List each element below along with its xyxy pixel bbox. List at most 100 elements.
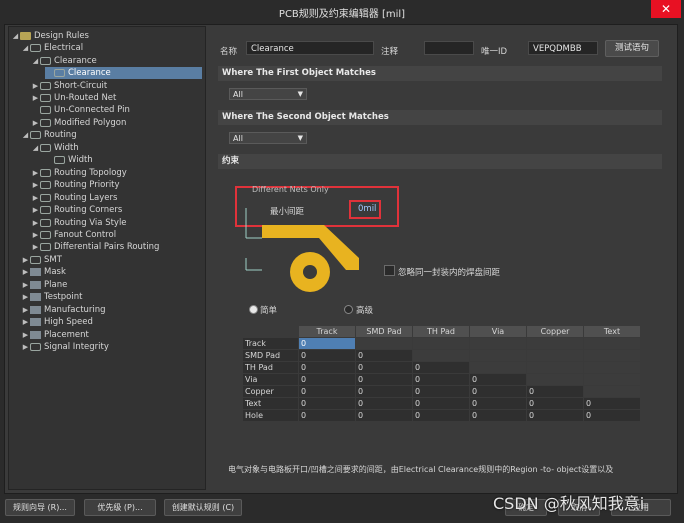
tree-item-routing-topology[interactable]: ▶ Routing Topology (31, 167, 127, 179)
matrix-cell[interactable]: 0 (298, 349, 356, 362)
tree-item-unrouted-net[interactable]: ▶ Un-Routed Net (31, 92, 117, 104)
tree-item-placement[interactable]: ▶ Placement (21, 329, 89, 341)
tree-item-width-group[interactable]: ◢ Width (31, 142, 79, 154)
matrix-cell[interactable]: 0 (298, 337, 356, 350)
matrix-cell[interactable]: 0 (526, 397, 584, 410)
expand-arrow-icon[interactable]: ▶ (21, 304, 30, 316)
tree-item-label: Width (68, 155, 93, 165)
simple-radio[interactable] (249, 305, 258, 314)
expand-arrow-icon[interactable]: ▶ (31, 241, 40, 253)
matrix-cell[interactable]: 0 (355, 385, 413, 398)
matrix-cell[interactable]: 0 (355, 409, 413, 422)
expand-arrow-icon[interactable]: ▶ (21, 254, 30, 266)
matrix-cell[interactable]: 0 (583, 409, 641, 422)
ignore-pads-checkbox[interactable] (384, 265, 395, 276)
ignore-pads-label: 忽略同一封装内的焊盘间距 (398, 268, 501, 278)
matrix-cell[interactable]: 0 (355, 361, 413, 374)
unique-id-field[interactable]: VEPQDMBB (528, 41, 598, 55)
expand-arrow-icon[interactable]: ◢ (21, 42, 30, 54)
tree-item-routing-via-style[interactable]: ▶ Routing Via Style (31, 217, 127, 229)
matrix-cell[interactable]: 0 (412, 373, 470, 386)
first-object-select[interactable]: All ▼ (229, 88, 307, 100)
tree-item-plane[interactable]: ▶ Plane (21, 279, 68, 291)
tree-item-design-rules[interactable]: ◢ Design Rules (11, 30, 89, 42)
matrix-cell[interactable]: 0 (583, 397, 641, 410)
tree-item-routing-priority[interactable]: ▶ Routing Priority (31, 179, 120, 191)
rule-wizard-button[interactable]: 规则向导 (R)... (5, 499, 75, 516)
matrix-cell[interactable]: 0 (412, 361, 470, 374)
row-header: SMD Pad (242, 349, 299, 362)
expand-arrow-icon[interactable]: ▶ (31, 167, 40, 179)
tree-item-unconnected-pin[interactable]: Un-Connected Pin (31, 104, 130, 116)
tree-item-signal-integrity[interactable]: ▶ Signal Integrity (21, 341, 109, 353)
tree-item-short-circuit[interactable]: ▶ Short-Circuit (31, 80, 107, 92)
matrix-cell[interactable]: 0 (298, 373, 356, 386)
min-clearance-value[interactable]: 0mil (358, 204, 376, 214)
tree-item-clearance-rule-selected[interactable]: Clearance (45, 67, 202, 79)
rule-icon (40, 56, 51, 65)
expand-arrow-icon[interactable]: ▶ (31, 229, 40, 241)
tree-item-fanout-control[interactable]: ▶ Fanout Control (31, 229, 116, 241)
expand-arrow-icon[interactable]: ▶ (31, 204, 40, 216)
tree-item-electrical[interactable]: ◢ Electrical (21, 42, 83, 54)
matrix-cell[interactable]: 0 (298, 409, 356, 422)
expand-arrow-icon[interactable]: ▶ (21, 279, 30, 291)
tree-item-label: Differential Pairs Routing (54, 242, 160, 252)
expand-arrow-icon[interactable]: ▶ (31, 92, 40, 104)
matrix-cell[interactable]: 0 (298, 361, 356, 374)
matrix-cell (583, 349, 641, 362)
matrix-cell[interactable]: 0 (298, 397, 356, 410)
tree-item-smt[interactable]: ▶ SMT (21, 254, 62, 266)
expand-arrow-icon[interactable]: ▶ (31, 192, 40, 204)
create-default-rules-button[interactable]: 创建默认规则 (C) (164, 499, 242, 516)
tree-item-routing-layers[interactable]: ▶ Routing Layers (31, 192, 118, 204)
expand-arrow-icon[interactable]: ▶ (21, 341, 30, 353)
expand-arrow-icon[interactable]: ◢ (21, 129, 30, 141)
matrix-cell[interactable]: 0 (469, 385, 527, 398)
expand-arrow-icon[interactable]: ◢ (11, 30, 20, 42)
tree-item-differential-pairs-routing[interactable]: ▶ Differential Pairs Routing (31, 241, 160, 253)
second-object-select[interactable]: All ▼ (229, 132, 307, 144)
matrix-cell[interactable]: 0 (355, 397, 413, 410)
clearance-matrix[interactable]: Track SMD Pad TH Pad Via Copper Text Tra… (242, 325, 641, 422)
test-query-button[interactable]: 测试语句 (605, 40, 659, 57)
tree-item-routing[interactable]: ◢ Routing (21, 129, 77, 141)
matrix-cell[interactable]: 0 (412, 385, 470, 398)
matrix-cell[interactable]: 0 (526, 409, 584, 422)
tree-item-routing-corners[interactable]: ▶ Routing Corners (31, 204, 123, 216)
expand-arrow-icon[interactable]: ▶ (21, 329, 30, 341)
tree-item-modified-polygon[interactable]: ▶ Modified Polygon (31, 117, 127, 129)
expand-arrow-icon[interactable]: ▶ (31, 179, 40, 191)
expand-arrow-icon[interactable]: ▶ (31, 80, 40, 92)
tree-item-label: Testpoint (44, 292, 83, 302)
expand-arrow-icon[interactable]: ▶ (31, 117, 40, 129)
rules-tree[interactable]: ◢ Design Rules ◢ Electrical ◢ Clearance Cle… (8, 26, 206, 490)
expand-arrow-icon[interactable]: ◢ (31, 55, 40, 67)
tree-item-mask[interactable]: ▶ Mask (21, 266, 66, 278)
tree-item-testpoint[interactable]: ▶ Testpoint (21, 291, 83, 303)
priority-button[interactable]: 优先级 (P)... (84, 499, 156, 516)
matrix-cell[interactable]: 0 (412, 409, 470, 422)
comment-field[interactable] (424, 41, 474, 55)
matrix-cell[interactable]: 0 (469, 373, 527, 386)
expand-arrow-icon[interactable]: ▶ (21, 316, 30, 328)
matrix-cell[interactable]: 0 (298, 385, 356, 398)
matrix-cell[interactable]: 0 (355, 373, 413, 386)
tree-item-high-speed[interactable]: ▶ High Speed (21, 316, 93, 328)
expand-arrow-icon[interactable]: ◢ (31, 142, 40, 154)
matrix-cell[interactable]: 0 (469, 397, 527, 410)
name-field[interactable]: Clearance (246, 41, 374, 55)
matrix-cell[interactable]: 0 (355, 349, 413, 362)
expand-arrow-icon[interactable]: ▶ (21, 291, 30, 303)
tree-item-clearance-group[interactable]: ◢ Clearance (31, 55, 97, 67)
matrix-cell[interactable]: 0 (412, 397, 470, 410)
close-button[interactable]: ✕ (651, 0, 681, 18)
advanced-radio[interactable] (344, 305, 353, 314)
matrix-cell[interactable]: 0 (526, 385, 584, 398)
rule-icon (40, 168, 51, 177)
expand-arrow-icon[interactable]: ▶ (21, 266, 30, 278)
expand-arrow-icon[interactable]: ▶ (31, 217, 40, 229)
tree-item-manufacturing[interactable]: ▶ Manufacturing (21, 304, 106, 316)
matrix-cell[interactable]: 0 (469, 409, 527, 422)
tree-item-width-rule[interactable]: Width (45, 154, 93, 166)
